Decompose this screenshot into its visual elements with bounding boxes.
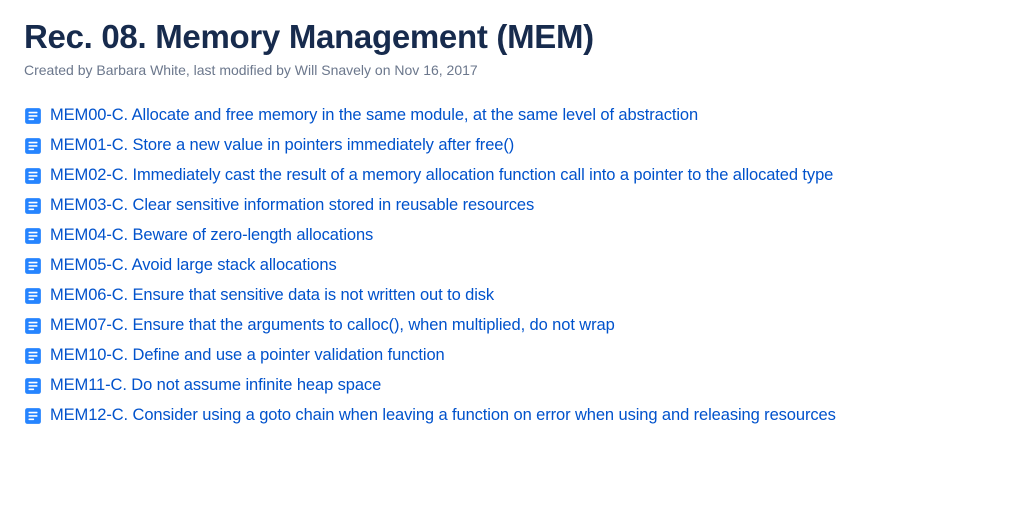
list-item: MEM00-C. Allocate and free memory in the…: [24, 106, 1000, 125]
list-item: MEM12-C. Consider using a goto chain whe…: [24, 406, 1000, 425]
list-item: MEM04-C. Beware of zero-length allocatio…: [24, 226, 1000, 245]
modified-prefix: , last modified by: [186, 62, 295, 78]
created-by-author[interactable]: Barbara White: [96, 62, 185, 78]
page-icon: [24, 137, 42, 155]
child-page-link[interactable]: MEM11-C. Do not assume infinite heap spa…: [50, 376, 381, 395]
page-icon: [24, 107, 42, 125]
page-icon: [24, 377, 42, 395]
child-page-link[interactable]: MEM10-C. Define and use a pointer valida…: [50, 346, 445, 365]
page-meta: Created by Barbara White, last modified …: [24, 62, 1000, 78]
list-item: MEM03-C. Clear sensitive information sto…: [24, 196, 1000, 215]
child-page-link[interactable]: MEM03-C. Clear sensitive information sto…: [50, 196, 534, 215]
list-item: MEM07-C. Ensure that the arguments to ca…: [24, 316, 1000, 335]
page-icon: [24, 257, 42, 275]
page-icon: [24, 287, 42, 305]
list-item: MEM10-C. Define and use a pointer valida…: [24, 346, 1000, 365]
list-item: MEM06-C. Ensure that sensitive data is n…: [24, 286, 1000, 305]
page-icon: [24, 167, 42, 185]
child-page-link[interactable]: MEM06-C. Ensure that sensitive data is n…: [50, 286, 494, 305]
child-page-link[interactable]: MEM05-C. Avoid large stack allocations: [50, 256, 337, 275]
list-item: MEM11-C. Do not assume infinite heap spa…: [24, 376, 1000, 395]
page-icon: [24, 347, 42, 365]
child-page-link[interactable]: MEM00-C. Allocate and free memory in the…: [50, 106, 698, 125]
child-page-list: MEM00-C. Allocate and free memory in the…: [24, 106, 1000, 425]
modified-by-author[interactable]: Will Snavely: [295, 62, 371, 78]
child-page-link[interactable]: MEM07-C. Ensure that the arguments to ca…: [50, 316, 615, 335]
modified-on-prefix: on: [371, 62, 394, 78]
modified-on-date[interactable]: Nov 16, 2017: [394, 62, 477, 78]
page-icon: [24, 197, 42, 215]
child-page-link[interactable]: MEM02-C. Immediately cast the result of …: [50, 166, 833, 185]
page-icon: [24, 317, 42, 335]
page-icon: [24, 227, 42, 245]
child-page-link[interactable]: MEM04-C. Beware of zero-length allocatio…: [50, 226, 373, 245]
child-page-link[interactable]: MEM12-C. Consider using a goto chain whe…: [50, 406, 836, 425]
list-item: MEM05-C. Avoid large stack allocations: [24, 256, 1000, 275]
child-page-link[interactable]: MEM01-C. Store a new value in pointers i…: [50, 136, 514, 155]
list-item: MEM01-C. Store a new value in pointers i…: [24, 136, 1000, 155]
list-item: MEM02-C. Immediately cast the result of …: [24, 166, 1000, 185]
created-by-prefix: Created by: [24, 62, 96, 78]
page-icon: [24, 407, 42, 425]
page-title: Rec. 08. Memory Management (MEM): [24, 18, 1000, 56]
